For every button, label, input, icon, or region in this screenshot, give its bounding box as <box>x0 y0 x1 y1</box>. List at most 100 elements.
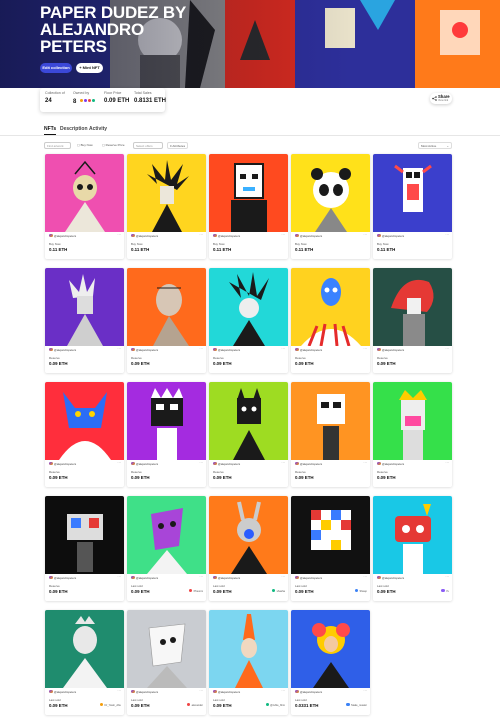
nft-card[interactable]: @alejandropeters ··· Last sold 0.0331 ETH St… <box>291 610 370 715</box>
creator-handle[interactable]: @alejandropeters <box>49 347 76 352</box>
nft-artwork[interactable] <box>127 496 206 574</box>
creator-handle[interactable]: @alejandropeters <box>213 461 240 466</box>
nft-artwork[interactable] <box>291 268 370 346</box>
nft-card[interactable]: @alejandropeters ··· Reserve 0.09 ETH <box>45 496 124 601</box>
nft-card[interactable]: @alejandropeters ··· Reserve 0.09 ETH <box>291 268 370 373</box>
search-artwork-input[interactable]: Find artwork <box>44 142 71 149</box>
more-options-icon[interactable]: ··· <box>117 575 121 579</box>
nft-artwork[interactable] <box>127 154 206 232</box>
nft-artwork[interactable] <box>373 496 452 574</box>
nft-card[interactable]: @alejandropeters ··· Last sold 0.09 ETH Yu <box>373 496 452 601</box>
buyer-handle[interactable]: alexander <box>187 703 203 707</box>
nft-artwork[interactable] <box>127 268 206 346</box>
creator-handle[interactable]: @alejandropeters <box>213 233 240 238</box>
buyer-handle[interactable]: @ruble_bhm <box>265 703 285 707</box>
nft-artwork[interactable] <box>209 268 288 346</box>
more-options-icon[interactable]: ··· <box>445 575 449 579</box>
creator-handle[interactable]: @alejandropeters <box>131 233 158 238</box>
tab-nfts[interactable]: NFTs <box>44 126 56 132</box>
more-options-icon[interactable]: ··· <box>445 233 449 237</box>
nft-artwork[interactable] <box>45 268 124 346</box>
nft-artwork[interactable] <box>45 382 124 460</box>
buyer-handle[interactable]: Sheep <box>354 589 367 593</box>
more-options-icon[interactable]: ··· <box>363 575 367 579</box>
more-options-icon[interactable]: ··· <box>117 347 121 351</box>
nft-card[interactable]: @alejandropeters ··· Reserve 0.09 ETH <box>45 268 124 373</box>
more-options-icon[interactable]: ··· <box>281 347 285 351</box>
buy-now-filter[interactable]: ▢ Buy Now <box>75 142 95 149</box>
more-options-icon[interactable]: ··· <box>281 233 285 237</box>
nft-card[interactable]: @alejandropeters ··· Buy Now 0.11 ETH <box>45 154 124 259</box>
nft-artwork[interactable] <box>45 154 124 232</box>
nft-artwork[interactable] <box>373 154 452 232</box>
reserve-price-filter[interactable]: ▢ Reserve Price <box>100 142 127 149</box>
creator-handle[interactable]: @alejandropeters <box>295 689 322 694</box>
creator-handle[interactable]: @alejandropeters <box>49 689 76 694</box>
creator-handle[interactable]: @alejandropeters <box>213 689 240 694</box>
nft-artwork[interactable] <box>45 610 124 688</box>
nft-artwork[interactable] <box>291 496 370 574</box>
nft-artwork[interactable] <box>127 610 206 688</box>
creator-handle[interactable]: @alejandropeters <box>49 575 76 580</box>
creator-handle[interactable]: @alejandropeters <box>295 233 322 238</box>
buyer-handle[interactable]: Pheonix <box>189 589 203 593</box>
mint-nft-button[interactable]: + Mint NFT <box>76 63 103 73</box>
creator-handle[interactable]: @alejandropeters <box>295 575 322 580</box>
creator-handle[interactable]: @alejandropeters <box>49 461 76 466</box>
creator-handle[interactable]: @alejandropeters <box>377 233 404 238</box>
more-options-icon[interactable]: ··· <box>117 689 121 693</box>
creator-handle[interactable]: @alejandropeters <box>213 575 240 580</box>
tab-activity[interactable]: Activity <box>89 126 107 132</box>
creator-handle[interactable]: @alejandropeters <box>213 347 240 352</box>
nft-artwork[interactable] <box>373 382 452 460</box>
creator-handle[interactable]: @alejandropeters <box>49 233 76 238</box>
buyer-handle[interactable]: Yu <box>441 589 449 593</box>
nft-card[interactable]: @alejandropeters ··· Reserve 0.09 ETH <box>127 382 206 487</box>
nft-card[interactable]: @alejandropeters ··· Last sold 0.09 ETH Shee… <box>291 496 370 601</box>
more-options-icon[interactable]: ··· <box>363 347 367 351</box>
creator-handle[interactable]: @alejandropeters <box>131 575 158 580</box>
nft-card[interactable]: @alejandropeters ··· Last sold 0.09 ETH Dr_Y… <box>45 610 124 715</box>
sort-select[interactable]: Most Active ⌄ <box>418 142 452 149</box>
nft-card[interactable]: @alejandropeters ··· Reserve 0.09 ETH <box>209 382 288 487</box>
more-options-icon[interactable]: ··· <box>117 461 121 465</box>
nft-card[interactable]: @alejandropeters ··· Reserve 0.09 ETH <box>373 382 452 487</box>
nft-artwork[interactable] <box>209 496 288 574</box>
nft-card[interactable]: @alejandropeters ··· Reserve 0.09 ETH <box>291 382 370 487</box>
nft-card[interactable]: @alejandropeters ··· Last sold 0.09 ETH @rub… <box>209 610 288 715</box>
nft-artwork[interactable] <box>209 154 288 232</box>
creator-handle[interactable]: @alejandropeters <box>295 461 322 466</box>
nft-card[interactable]: @alejandropeters ··· Buy Now 0.11 ETH <box>373 154 452 259</box>
nft-artwork[interactable] <box>291 154 370 232</box>
more-options-icon[interactable]: ··· <box>199 461 203 465</box>
edit-collection-button[interactable]: Edit collection <box>40 63 72 73</box>
more-options-icon[interactable]: ··· <box>199 689 203 693</box>
more-options-icon[interactable]: ··· <box>445 347 449 351</box>
more-options-icon[interactable]: ··· <box>281 575 285 579</box>
nft-card[interactable]: @alejandropeters ··· Last sold 0.09 ETH shas… <box>209 496 288 601</box>
nft-artwork[interactable] <box>209 610 288 688</box>
attributes-filter[interactable]: ≡ Attributes <box>167 142 189 149</box>
buyer-handle[interactable]: shasha <box>272 589 285 593</box>
creator-handle[interactable]: @alejandropeters <box>131 347 158 352</box>
creator-handle[interactable]: @alejandropeters <box>377 461 404 466</box>
creator-handle[interactable]: @alejandropeters <box>131 461 158 466</box>
nft-artwork[interactable] <box>209 382 288 460</box>
nft-artwork[interactable] <box>45 496 124 574</box>
creator-handle[interactable]: @alejandropeters <box>377 347 404 352</box>
nft-card[interactable]: @alejandropeters ··· Last sold 0.09 ETH Pheo… <box>127 496 206 601</box>
nft-artwork[interactable] <box>291 610 370 688</box>
stat-owned-by[interactable]: Owned by 8 <box>73 91 97 105</box>
buyer-handle[interactable]: Stake_master <box>346 703 367 707</box>
more-options-icon[interactable]: ··· <box>199 347 203 351</box>
tab-description[interactable]: Description <box>60 126 88 132</box>
nft-card[interactable]: @alejandropeters ··· Reserve 0.09 ETH <box>127 268 206 373</box>
more-options-icon[interactable]: ··· <box>281 689 285 693</box>
more-options-icon[interactable]: ··· <box>363 233 367 237</box>
more-options-icon[interactable]: ··· <box>363 461 367 465</box>
nft-card[interactable]: @alejandropeters ··· Buy Now 0.11 ETH <box>127 154 206 259</box>
more-options-icon[interactable]: ··· <box>117 233 121 237</box>
more-options-icon[interactable]: ··· <box>199 575 203 579</box>
more-options-icon[interactable]: ··· <box>281 461 285 465</box>
nft-card[interactable]: @alejandropeters ··· Reserve 0.09 ETH <box>209 268 288 373</box>
